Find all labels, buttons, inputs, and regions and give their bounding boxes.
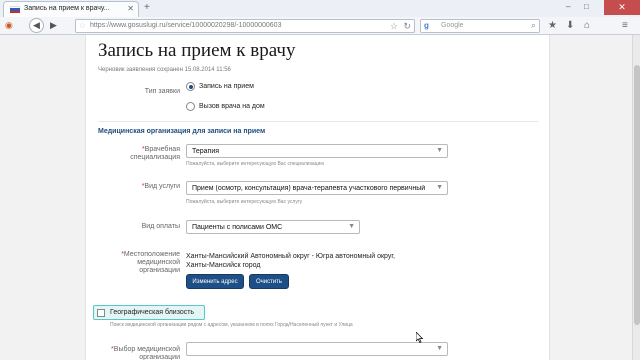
chevron-down-icon: ▼	[436, 345, 443, 352]
draft-status: Черновик заявления сохранен 15.08.2014 1…	[98, 67, 231, 73]
new-tab-icon[interactable]: +	[144, 2, 150, 14]
divider	[98, 121, 538, 122]
specialization-hint: Пожалуйста, выберите интересующую Вас сп…	[186, 161, 325, 167]
radio-home-visit-label: Вызов врача на дом	[199, 103, 265, 110]
search-input[interactable]: g Google ⌕	[420, 19, 540, 33]
maximize-icon[interactable]: □	[584, 2, 589, 12]
search-placeholder: Google	[441, 22, 464, 29]
service-label: *Вид услуги	[141, 183, 180, 190]
globe-icon: ◌	[80, 21, 85, 30]
form-container: Запись на прием к врачу Черновик заявлен…	[85, 35, 550, 360]
minimize-icon[interactable]: –	[566, 2, 570, 12]
geo-proximity-label: Географическая близость	[110, 309, 195, 316]
checkbox-box[interactable]	[97, 309, 105, 317]
back-icon[interactable]: ◀	[29, 18, 44, 33]
search-icon[interactable]: ⌕	[531, 20, 536, 31]
navigation-bar: ◉ ◀ ▶ ◌ https://www.gosuslugi.ru/service…	[0, 17, 640, 35]
change-address-button[interactable]: Изменить адрес	[186, 274, 244, 289]
vertical-scrollbar[interactable]	[632, 35, 640, 360]
section-title: Медицинская организация для записи на пр…	[98, 128, 266, 135]
google-icon: g	[424, 21, 429, 30]
specialization-value: Терапия	[192, 148, 220, 155]
title-bar: Запись на прием к врачу... ✕ + – □ ✕	[0, 0, 640, 17]
clear-button[interactable]: Очистить	[249, 274, 289, 289]
location-label: *Местоположение медицинской организации	[121, 251, 180, 274]
scrollbar-thumb[interactable]	[634, 65, 640, 325]
firefox-menu-icon[interactable]: ◉	[5, 19, 13, 32]
geo-proximity-hint: Поиск медицинской организации рядом с ад…	[110, 322, 353, 328]
url-text: https://www.gosuslugi.ru/service/1000002…	[90, 22, 282, 29]
star-icon[interactable]: ☆	[390, 21, 398, 32]
geo-proximity-checkbox[interactable]: Географическая близость	[93, 305, 205, 320]
payment-value: Пациенты с полисами ОМС	[192, 224, 283, 231]
tab-close-icon[interactable]: ✕	[127, 4, 134, 14]
russian-flag-icon	[10, 6, 20, 13]
forward-icon[interactable]: ▶	[50, 19, 57, 32]
radio-appointment[interactable]	[186, 82, 195, 91]
menu-icon[interactable]: ≡	[622, 19, 628, 32]
tab-title: Запись на прием к врачу...	[24, 5, 110, 12]
service-select[interactable]: Прием (осмотр, консультация) врача-терап…	[186, 181, 448, 195]
radio-home-visit[interactable]	[186, 102, 195, 111]
location-value: Ханты-Мансийский Автономный округ - Югра…	[186, 253, 396, 269]
service-hint: Пожалуйста, выберите интересующую Вас ус…	[186, 199, 303, 205]
window-close-button[interactable]: ✕	[604, 0, 640, 15]
med-org-select[interactable]: ▼	[186, 342, 448, 356]
chevron-down-icon: ▼	[436, 147, 443, 154]
mouse-cursor-icon	[416, 332, 424, 343]
request-type-label: Тип заявки	[144, 88, 180, 95]
specialization-label: *Врачебная специализация	[130, 146, 180, 161]
radio-appointment-label: Запись на прием	[199, 83, 254, 90]
service-value: Прием (осмотр, консультация) врача-терап…	[192, 185, 426, 192]
payment-select[interactable]: Пациенты с полисами ОМС ▼	[186, 220, 360, 234]
browser-tab[interactable]: Запись на прием к врачу... ✕	[3, 1, 139, 17]
specialization-select[interactable]: Терапия ▼	[186, 144, 448, 158]
download-icon[interactable]: ⬇	[566, 19, 574, 32]
page-viewport: Запись на прием к врачу Черновик заявлен…	[0, 35, 632, 360]
home-icon[interactable]: ⌂	[584, 19, 590, 32]
url-bar[interactable]: ◌ https://www.gosuslugi.ru/service/10000…	[75, 19, 415, 33]
reload-icon[interactable]: ↻	[403, 21, 411, 32]
chevron-down-icon: ▼	[348, 223, 355, 230]
payment-label: Вид оплаты	[141, 223, 180, 230]
med-org-label: *Выбор медицинской организации	[111, 346, 180, 360]
page-title: Запись на прием к врачу	[98, 40, 296, 61]
chevron-down-icon: ▼	[436, 184, 443, 191]
bookmark-icon[interactable]: ★	[548, 19, 557, 32]
